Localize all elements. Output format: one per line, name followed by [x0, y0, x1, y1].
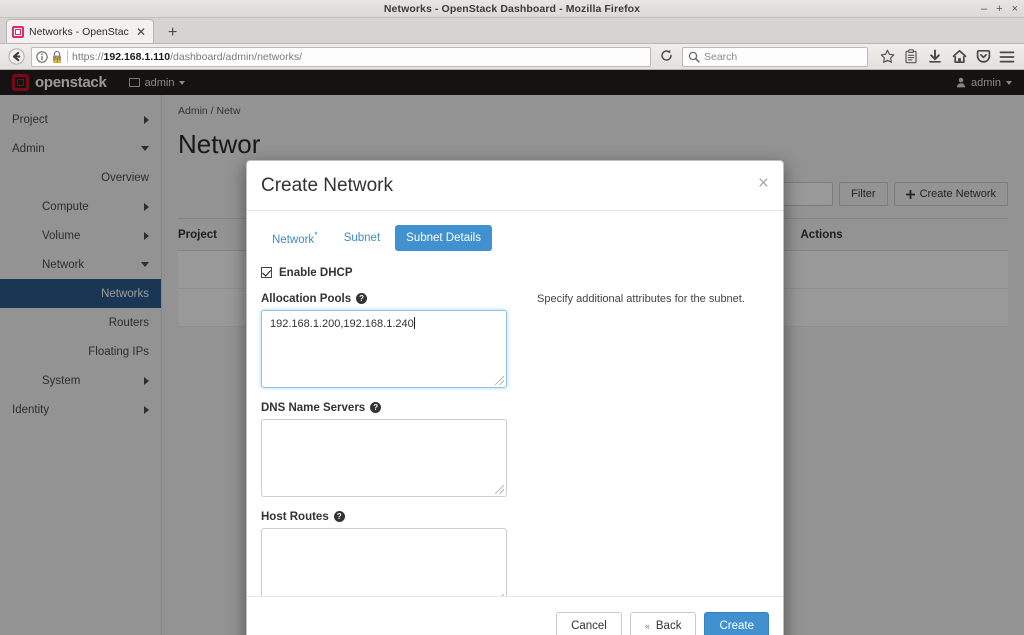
help-icon[interactable]: ?	[333, 511, 345, 523]
host-routes-label: Host Routes ?	[261, 511, 521, 523]
tab-subnet[interactable]: Subnet	[333, 225, 391, 251]
browser-tabstrip: Networks - OpenStack Dash ✕ +	[0, 18, 1024, 44]
modal-title: Create Network	[261, 174, 393, 196]
info-icon	[36, 50, 48, 63]
modal-help-column: Specify additional attributes for the su…	[521, 267, 769, 596]
modal-body: Network* Subnet Subnet Details Enable DHCP…	[247, 211, 783, 596]
dns-name-servers-field: DNS Name Servers ?	[261, 402, 521, 497]
back-button-label: Back	[655, 619, 682, 632]
host-routes-textarea[interactable]	[261, 527, 507, 596]
page-viewport: openstack admin admin Project Admin Overvi…	[0, 70, 1024, 635]
enable-dhcp-row[interactable]: Enable DHCP	[261, 267, 521, 279]
tab-label: Subnet	[343, 231, 381, 244]
dns-name-servers-textarea[interactable]	[261, 418, 507, 497]
maximize-button[interactable]: +	[996, 3, 1002, 15]
url-bar[interactable]: https://192.168.1.110/dashboard/admin/ne…	[31, 46, 651, 67]
allocation-pools-label: Allocation Pools ?	[261, 293, 521, 305]
downloads-icon[interactable]	[924, 47, 946, 67]
pocket-icon[interactable]	[972, 47, 994, 67]
modal-help-text: Specify additional attributes for the su…	[537, 292, 745, 305]
browser-search-box[interactable]: Search	[682, 46, 868, 67]
menu-icon[interactable]	[996, 47, 1018, 67]
modal-columns: Enable DHCP Allocation Pools ? 192.168.1…	[261, 267, 769, 596]
back-button[interactable]	[6, 47, 26, 67]
dns-name-servers-label-text: DNS Name Servers	[261, 401, 366, 414]
cancel-button[interactable]: Cancel	[556, 611, 622, 635]
modal-footer: Cancel « Back Create	[247, 596, 783, 635]
dns-name-servers-label: DNS Name Servers ?	[261, 402, 521, 414]
browser-toolbar: https://192.168.1.110/dashboard/admin/ne…	[0, 44, 1024, 70]
window-title: Networks - OpenStack Dashboard - Mozilla…	[383, 2, 641, 15]
required-asterisk: *	[314, 230, 318, 240]
site-identity[interactable]	[36, 50, 63, 63]
tab-close-icon[interactable]: ✕	[134, 26, 148, 38]
create-network-modal: Create Network × Network* Subnet Subnet De…	[246, 160, 784, 635]
minimize-button[interactable]: –	[981, 3, 987, 15]
library-icon[interactable]	[900, 47, 922, 67]
allocation-pools-value: 192.168.1.200,192.168.1.240	[270, 317, 414, 330]
url-divider	[67, 50, 68, 63]
url-host: 192.168.1.110	[103, 50, 171, 63]
resize-handle-icon[interactable]	[495, 484, 504, 494]
url-path: /dashboard/admin/networks/	[170, 50, 302, 63]
chevron-left-icon: «	[644, 620, 650, 631]
back-button[interactable]: « Back	[629, 611, 697, 635]
browser-tab-label: Networks - OpenStack Dash	[29, 25, 129, 38]
modal-header: Create Network ×	[247, 161, 783, 211]
window-titlebar: Networks - OpenStack Dashboard - Mozilla…	[0, 0, 1024, 18]
allocation-pools-label-text: Allocation Pools	[261, 292, 352, 305]
browser-toolbar-icons	[873, 47, 1018, 67]
allocation-pools-textarea[interactable]: 192.168.1.200,192.168.1.240	[261, 309, 507, 388]
openstack-favicon-icon	[12, 25, 24, 38]
enable-dhcp-label: Enable DHCP	[279, 266, 353, 279]
modal-form-column: Enable DHCP Allocation Pools ? 192.168.1…	[261, 267, 521, 596]
url-text: https://192.168.1.110/dashboard/admin/ne…	[72, 51, 646, 63]
resize-handle-icon[interactable]	[495, 375, 504, 385]
enable-dhcp-checkbox[interactable]	[261, 267, 272, 279]
browser-tab[interactable]: Networks - OpenStack Dash ✕	[6, 19, 154, 43]
tab-network[interactable]: Network*	[261, 223, 329, 253]
insecure-lock-icon	[52, 51, 62, 63]
reload-button[interactable]	[656, 49, 677, 65]
text-cursor	[413, 316, 415, 329]
browser-search-placeholder: Search	[704, 50, 738, 63]
help-icon[interactable]: ?	[370, 402, 382, 414]
url-scheme: https://	[72, 50, 104, 63]
allocation-pools-field: Allocation Pools ? 192.168.1.200,192.168…	[261, 293, 521, 388]
host-routes-label-text: Host Routes	[261, 510, 329, 523]
home-icon[interactable]	[948, 47, 970, 67]
help-icon[interactable]: ?	[356, 293, 368, 305]
tab-label: Subnet Details	[406, 231, 481, 244]
tab-label: Network	[272, 233, 315, 246]
host-routes-field: Host Routes ?	[261, 511, 521, 596]
tab-subnet-details[interactable]: Subnet Details	[395, 224, 492, 251]
bookmark-star-icon[interactable]	[876, 47, 898, 67]
window-controls: – + ×	[981, 0, 1018, 18]
resize-handle-icon[interactable]	[495, 593, 504, 596]
create-button[interactable]: Create	[704, 611, 769, 635]
search-icon	[688, 51, 700, 63]
new-tab-button[interactable]: +	[162, 25, 183, 41]
modal-tabs: Network* Subnet Subnet Details	[261, 223, 769, 253]
create-button-label: Create	[719, 619, 754, 632]
close-window-button[interactable]: ×	[1012, 3, 1018, 15]
cancel-button-label: Cancel	[571, 619, 607, 632]
modal-close-icon[interactable]: ×	[758, 174, 769, 193]
